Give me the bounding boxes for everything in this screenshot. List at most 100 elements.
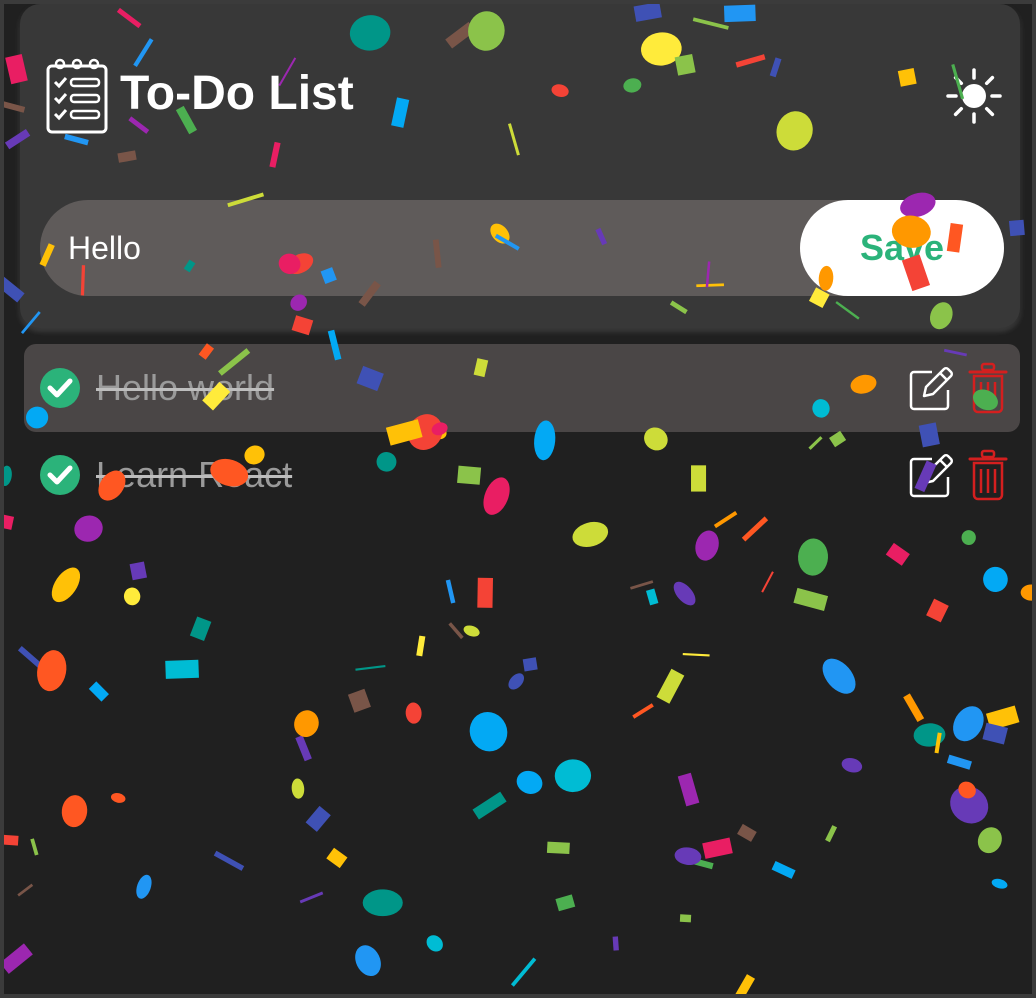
confetti-piece: [554, 759, 592, 793]
confetti-piece: [913, 723, 946, 747]
confetti-piece: [88, 681, 109, 702]
confetti-piece: [30, 838, 39, 856]
confetti-piece: [326, 847, 348, 869]
confetti-piece: [679, 914, 692, 923]
confetti-piece: [51, 567, 81, 603]
confetti-piece: [416, 635, 426, 657]
confetti-piece: [4, 514, 15, 530]
app-title: To-Do List: [120, 67, 354, 120]
confetti-piece: [985, 705, 1020, 731]
confetti-piece: [355, 665, 386, 671]
confetti-piece: [737, 823, 757, 842]
sun-icon[interactable]: [944, 66, 1004, 126]
todo-text: Hello world: [96, 367, 275, 408]
todo-item[interactable]: Learn React: [24, 431, 1020, 519]
todo-input-bar: Save: [40, 200, 1004, 296]
confetti-piece: [961, 530, 976, 546]
confetti-piece: [165, 659, 199, 679]
confetti-piece: [977, 827, 1002, 854]
confetti-piece: [677, 772, 700, 807]
checklist-clipboard-icon: [46, 58, 108, 134]
confetti-piece: [572, 521, 609, 548]
edit-icon[interactable]: [908, 453, 954, 499]
confetti-piece: [555, 894, 576, 912]
confetti-piece: [37, 650, 67, 692]
confetti-piece: [761, 571, 774, 593]
confetti-piece: [347, 688, 371, 713]
confetti-piece: [982, 722, 1008, 745]
confetti-piece: [469, 712, 508, 752]
save-button[interactable]: Save: [800, 200, 1004, 296]
confetti-piece: [680, 854, 714, 870]
confetti-piece: [123, 587, 141, 606]
confetti-piece: [305, 805, 331, 832]
confetti-piece: [546, 841, 570, 855]
confetti-piece: [477, 577, 494, 608]
confetti-piece: [4, 834, 19, 846]
confetti-piece: [731, 974, 756, 994]
confetti-piece: [189, 616, 212, 641]
confetti-piece: [291, 778, 305, 799]
confetti-piece: [630, 580, 654, 590]
confetti-piece: [822, 658, 856, 694]
trash-icon[interactable]: [968, 362, 1008, 414]
check-circle-icon[interactable]: [40, 455, 80, 495]
confetti-piece: [656, 668, 685, 704]
confetti-piece: [448, 622, 464, 640]
confetti-piece: [841, 757, 863, 773]
confetti-piece: [953, 706, 984, 742]
confetti-piece: [674, 847, 702, 866]
confetti-piece: [825, 825, 838, 843]
confetti-piece: [645, 588, 659, 606]
confetti-piece: [61, 795, 88, 828]
confetti-piece: [903, 693, 925, 723]
confetti-piece: [612, 936, 619, 951]
confetti-piece: [946, 754, 972, 770]
todo-item[interactable]: Hello world: [24, 344, 1020, 432]
confetti-piece: [798, 538, 829, 576]
confetti-piece: [934, 732, 942, 754]
confetti-piece: [702, 837, 733, 859]
check-circle-icon[interactable]: [40, 368, 80, 408]
confetti-piece: [17, 646, 42, 668]
confetti-piece: [991, 878, 1008, 889]
confetti-piece: [771, 860, 796, 879]
confetti-piece: [355, 945, 381, 977]
confetti-piece: [136, 874, 152, 899]
confetti-piece: [299, 891, 324, 904]
confetti-piece: [4, 943, 33, 974]
confetti-piece: [294, 710, 319, 738]
confetti-piece: [983, 566, 1008, 592]
confetti-piece: [4, 465, 12, 486]
confetti-piece: [295, 735, 312, 762]
confetti-piece: [958, 781, 976, 799]
confetti-piece: [472, 791, 507, 820]
todo-text: Learn React: [96, 454, 293, 495]
app-window: To-Do List Save Hello world: [0, 0, 1036, 998]
confetti-piece: [129, 561, 148, 581]
confetti-piece: [516, 770, 543, 794]
confetti-piece: [362, 889, 403, 917]
confetti-piece: [885, 542, 910, 566]
confetti-piece: [741, 516, 769, 542]
confetti-piece: [926, 598, 949, 623]
confetti-piece: [508, 673, 525, 690]
confetti-piece: [950, 786, 989, 824]
confetti-piece: [445, 579, 456, 604]
trash-icon[interactable]: [968, 449, 1008, 501]
todo-input[interactable]: [68, 200, 768, 296]
confetti-piece: [463, 625, 480, 637]
edit-icon[interactable]: [908, 366, 954, 412]
confetti-piece: [510, 957, 537, 987]
confetti-piece: [213, 850, 245, 871]
confetti-piece: [110, 793, 126, 803]
confetti-piece: [1020, 584, 1032, 601]
confetti-piece: [673, 581, 696, 606]
confetti-piece: [793, 587, 829, 612]
confetti-piece: [426, 935, 443, 952]
confetti-piece: [17, 883, 34, 897]
confetti-piece: [695, 530, 719, 561]
confetti-piece: [522, 657, 538, 672]
confetti-piece: [682, 652, 710, 657]
confetti-piece: [405, 702, 422, 724]
